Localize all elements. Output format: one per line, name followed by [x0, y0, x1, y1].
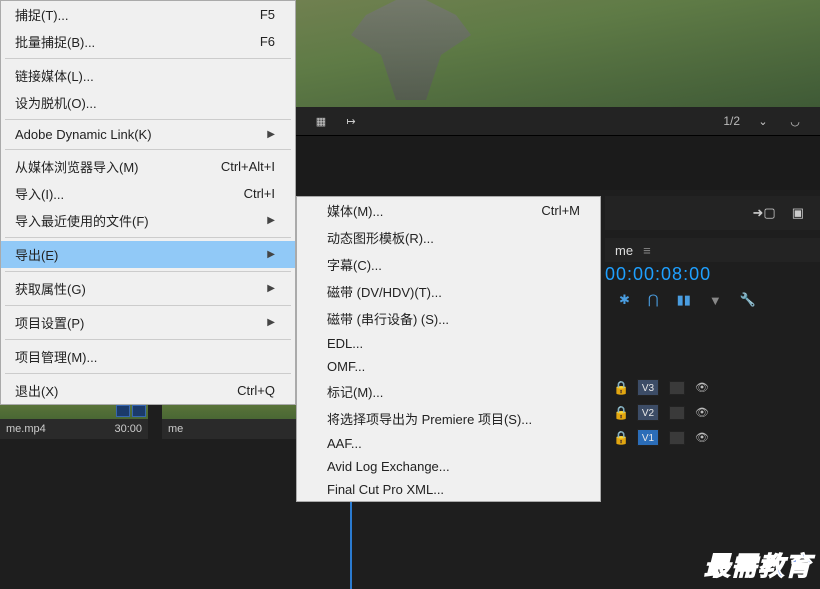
chevron-right-icon: ▶ — [267, 249, 275, 260]
magnet-icon[interactable]: ⋂ — [648, 292, 659, 308]
video-badge-icon — [116, 405, 130, 417]
timeline-tools: ✱ ⋂ ▮▮ ▼ 🔧 — [605, 288, 820, 312]
menu-import-from-browser[interactable]: 从媒体浏览器导入(M)Ctrl+Alt+I — [1, 153, 295, 180]
toggle-sync-lock-icon[interactable] — [669, 381, 685, 395]
eye-icon[interactable]: 👁 — [695, 406, 709, 419]
menu-export-media[interactable]: 媒体(M)...Ctrl+M — [297, 197, 600, 224]
menu-exit[interactable]: 退出(X)Ctrl+Q — [1, 377, 295, 404]
track-label[interactable]: V3 — [637, 379, 659, 396]
chevron-right-icon: ▶ — [267, 129, 275, 140]
go-to-in-icon[interactable]: ↦ — [342, 112, 360, 130]
settings-icon[interactable]: ◡ — [786, 112, 804, 130]
track-label[interactable]: V2 — [637, 404, 659, 421]
menu-export-avid[interactable]: Avid Log Exchange... — [297, 455, 600, 478]
panel-menu-icon[interactable]: ≡ — [643, 243, 651, 258]
menu-export-fcp-xml[interactable]: Final Cut Pro XML... — [297, 478, 600, 501]
chevron-right-icon: ▶ — [267, 283, 275, 294]
lock-icon[interactable]: 🔒 — [613, 405, 627, 421]
track-v1[interactable]: 🔒 V1 👁 — [605, 425, 820, 450]
menu-export-captions[interactable]: 字幕(C)... — [297, 251, 600, 278]
preview-timeline-strip — [296, 135, 820, 190]
toggle-sync-lock-icon[interactable] — [669, 431, 685, 445]
menu-project-settings[interactable]: 项目设置(P)▶ — [1, 309, 295, 336]
menu-adobe-dynamic-link[interactable]: Adobe Dynamic Link(K)▶ — [1, 123, 295, 146]
file-menu: 捕捉(T)...F5 批量捕捉(B)...F6 链接媒体(L)... 设为脱机(… — [0, 0, 296, 405]
menu-export-tape-serial[interactable]: 磁带 (串行设备) (S)... — [297, 305, 600, 332]
menu-link-media[interactable]: 链接媒体(L)... — [1, 62, 295, 89]
panel-header: ➜▢ ▣ — [605, 196, 820, 230]
linked-selection-icon[interactable]: ▮▮ — [677, 292, 691, 308]
timeline-tab[interactable]: me ≡ — [605, 238, 820, 262]
preview-controls: ▦ ↦ 1/2 ⌄ ◡ — [296, 107, 820, 135]
preview-image — [296, 0, 820, 107]
track-v2[interactable]: 🔒 V2 👁 — [605, 400, 820, 425]
lock-icon[interactable]: 🔒 — [613, 380, 627, 396]
clip-name: me.mp4 — [6, 423, 46, 435]
menu-batch-capture[interactable]: 批量捕捉(B)...F6 — [1, 28, 295, 55]
menu-get-properties[interactable]: 获取属性(G)▶ — [1, 275, 295, 302]
watermark: 最需教育 — [704, 546, 812, 583]
menu-export-premiere-project[interactable]: 将选择项导出为 Premiere 项目(S)... — [297, 405, 600, 432]
eye-icon[interactable]: 👁 — [695, 431, 709, 444]
chevron-right-icon: ▶ — [267, 215, 275, 226]
chevron-right-icon: ▶ — [267, 317, 275, 328]
menu-export-edl[interactable]: EDL... — [297, 332, 600, 355]
clip-duration: 30:00 — [114, 423, 142, 435]
toggle-sync-lock-icon[interactable] — [669, 406, 685, 420]
menu-export[interactable]: 导出(E)▶ — [1, 241, 295, 268]
audio-badge-icon — [132, 405, 146, 417]
menu-export-aaf[interactable]: AAF... — [297, 432, 600, 455]
chevron-down-icon[interactable]: ⌄ — [754, 112, 772, 130]
track-v3[interactable]: 🔒 V3 👁 — [605, 375, 820, 400]
menu-export-motion-graphics[interactable]: 动态图形模板(R)... — [297, 224, 600, 251]
sequence-name: me — [615, 243, 633, 258]
menu-export-tape-dv[interactable]: 磁带 (DV/HDV)(T)... — [297, 278, 600, 305]
snap-icon[interactable]: ✱ — [619, 292, 630, 308]
export-submenu: 媒体(M)...Ctrl+M 动态图形模板(R)... 字幕(C)... 磁带 … — [296, 196, 601, 502]
menu-capture[interactable]: 捕捉(T)...F5 — [1, 1, 295, 28]
menu-import-recent[interactable]: 导入最近使用的文件(F)▶ — [1, 207, 295, 234]
marker-icon[interactable]: ▼ — [709, 293, 722, 308]
menu-export-markers[interactable]: 标记(M)... — [297, 378, 600, 405]
menu-set-offline[interactable]: 设为脱机(O)... — [1, 89, 295, 116]
zoom-level[interactable]: 1/2 — [723, 114, 740, 128]
track-label[interactable]: V1 — [637, 429, 659, 446]
menu-project-manager[interactable]: 项目管理(M)... — [1, 343, 295, 370]
timecode[interactable]: 00:00:08:00 — [605, 264, 711, 285]
wrench-icon[interactable]: 🔧 — [740, 292, 756, 308]
clip-name: me — [168, 423, 183, 435]
lock-icon[interactable]: 🔒 — [613, 430, 627, 446]
menu-import[interactable]: 导入(I)...Ctrl+I — [1, 180, 295, 207]
camera-icon[interactable]: ▣ — [792, 205, 804, 221]
menu-export-omf[interactable]: OMF... — [297, 355, 600, 378]
safe-margins-icon[interactable]: ▦ — [312, 112, 330, 130]
eye-icon[interactable]: 👁 — [695, 381, 709, 394]
export-frame-icon[interactable]: ➜▢ — [753, 205, 776, 221]
program-monitor: ▦ ↦ 1/2 ⌄ ◡ — [296, 0, 820, 135]
